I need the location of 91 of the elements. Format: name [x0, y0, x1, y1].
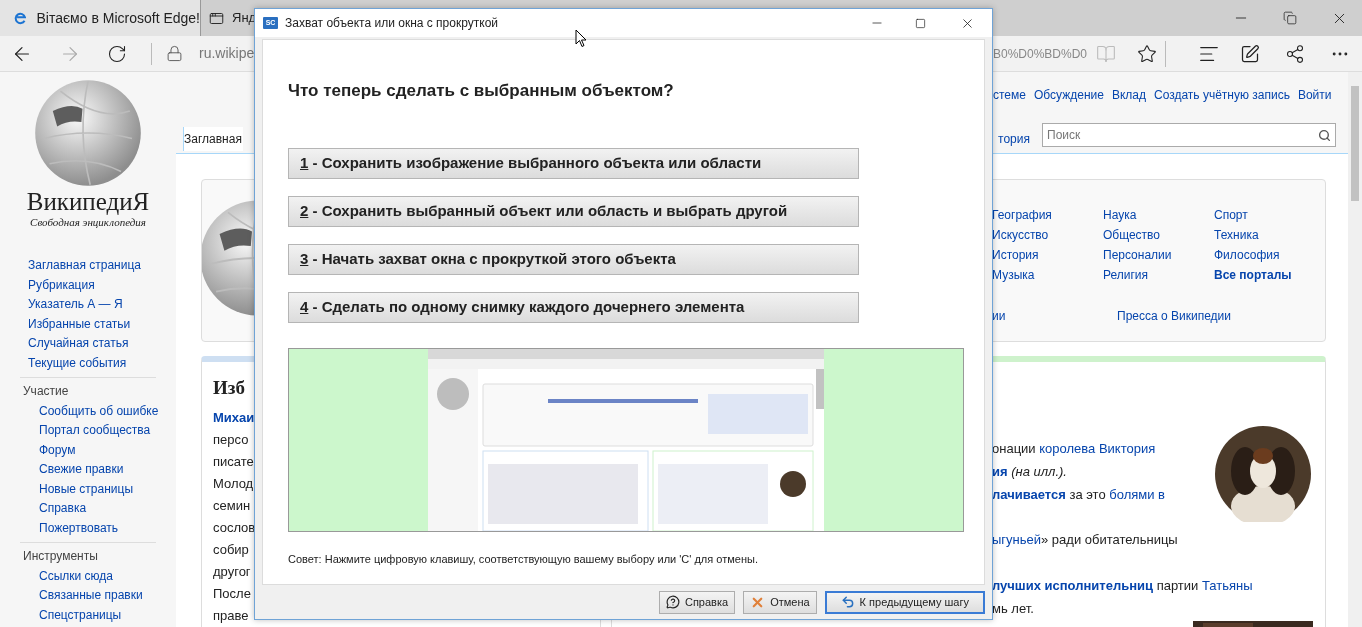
portal-link[interactable]: Общество	[1103, 225, 1214, 245]
header-link[interactable]: Вклад	[1111, 86, 1146, 104]
dialog-button[interactable]: Справка	[658, 590, 736, 614]
portal-link[interactable]: Философия	[1214, 245, 1325, 265]
text: После	[213, 585, 251, 603]
text: мь лет.	[992, 599, 1034, 618]
sidebar-heading: Инструменты	[23, 548, 99, 565]
portal-link[interactable]: Все порталы	[1214, 265, 1325, 285]
sidebar-link[interactable]: Справка	[39, 499, 156, 519]
undo-icon	[840, 595, 855, 609]
wiki-title: ВикипедиЯ	[26, 188, 150, 216]
sidebar-link[interactable]: Портал сообщества	[39, 421, 156, 441]
help-icon	[665, 595, 680, 609]
page-tab[interactable]: Заглавная	[183, 127, 243, 151]
tip-text: Совет: Нажмите цифровую клавишу, соответствующую вашему выбору или 'C' для отмены.	[288, 552, 759, 567]
lock-icon	[166, 45, 183, 62]
search-field[interactable]: Поиск	[1042, 123, 1336, 147]
text: другог	[213, 563, 251, 581]
sidebar-link[interactable]: Спецстраницы	[39, 605, 156, 625]
sidebar-link[interactable]: Избранные статьи	[28, 314, 176, 334]
sidebar-link[interactable]: Рубрикация	[28, 275, 176, 295]
sidebar-link[interactable]: Указатель А — Я	[28, 295, 176, 315]
sidebar-link[interactable]: Случайная статья	[28, 334, 176, 354]
text: праве	[213, 607, 249, 625]
link[interactable]: ыгуньей	[992, 528, 1042, 551]
address-text[interactable]: ru.wikipe	[199, 43, 255, 64]
browser-logo-icon	[14, 10, 27, 26]
header-link[interactable]: Обсуждение	[1033, 86, 1104, 104]
dialog-button[interactable]: Отмена	[743, 590, 817, 614]
portal-link[interactable]: ии	[992, 307, 1117, 325]
sidebar-heading: Участие	[23, 383, 70, 400]
portal-link[interactable]: Техника	[1214, 225, 1325, 245]
section-heading: Изб	[213, 376, 246, 400]
restore-icon[interactable]	[1283, 11, 1297, 25]
window-title: Захват объекта или окна с прокруткой	[285, 15, 498, 32]
sidebar-link[interactable]: Новые страницы	[39, 479, 156, 499]
page-tab[interactable]: тория	[998, 127, 1030, 151]
scrollbar[interactable]	[1348, 72, 1362, 627]
favorite-icon[interactable]	[1137, 43, 1157, 64]
portal-link[interactable]: История	[992, 245, 1103, 265]
link[interactable]: лачивается	[992, 482, 1066, 506]
text: персо	[213, 431, 249, 449]
link[interactable]: королева Виктория	[1039, 437, 1156, 460]
text: семин	[213, 497, 251, 515]
sidebar-link[interactable]: Заглавная страница	[28, 256, 176, 276]
browser-tab[interactable]: Вітаємо в Microsoft Edge!	[0, 0, 200, 36]
option-button[interactable]: 2 - Сохранить выбранный объект или область и выбрать другой	[288, 196, 859, 227]
option-button[interactable]: 4 - Сделать по одному снимку каждого дочернего элемента	[288, 292, 859, 323]
sidebar-link[interactable]: Форум	[39, 440, 156, 460]
link[interactable]: Михаи	[213, 407, 255, 429]
option-button[interactable]: 1 - Сохранить изображение выбранного объекта или области	[288, 148, 859, 179]
text: писате	[213, 453, 254, 471]
header-link[interactable]: Создать учётную запись	[1153, 86, 1290, 104]
portal-link[interactable]: Пресса о Википедии	[1117, 307, 1231, 325]
portal-link[interactable]: Спорт	[1214, 205, 1325, 225]
portal-link[interactable]: Наука	[1103, 205, 1214, 225]
header-link[interactable]: стеме	[993, 86, 1026, 104]
text: (на илл.).	[1010, 462, 1067, 481]
header-link[interactable]: Войти	[1297, 86, 1332, 104]
wiki-tagline: Свободная энциклопедия	[30, 216, 146, 228]
sidebar-link[interactable]: Свежие правки	[39, 460, 156, 480]
text: Молод	[213, 475, 254, 493]
sidebar-link[interactable]: Сообщить об ошибке	[39, 401, 156, 421]
portal-link[interactable]: Искусство	[992, 225, 1103, 245]
portal-link[interactable]: География	[992, 205, 1103, 225]
portal-link[interactable]: Музыка	[992, 265, 1103, 285]
page-icon	[209, 10, 224, 26]
search-icon[interactable]	[1318, 128, 1331, 142]
link[interactable]: болями в	[1109, 482, 1165, 506]
option-button[interactable]: 3 - Начать захват окна с прокруткой этого объекта	[288, 244, 859, 275]
note-icon[interactable]	[1240, 43, 1260, 64]
text: сослов	[213, 519, 256, 537]
sidebar-link[interactable]: Пожертвовать	[39, 518, 156, 538]
text: за это	[1068, 485, 1107, 504]
sidebar-link[interactable]: Связанные правки	[39, 586, 156, 606]
text: онации	[992, 440, 1037, 458]
dialog-button[interactable]: К предыдущему шагу	[824, 590, 985, 614]
share-icon[interactable]	[1285, 43, 1305, 64]
maximize-icon[interactable]	[915, 17, 926, 29]
sidebar-link[interactable]: Текущие события	[28, 353, 176, 373]
portal-link[interactable]: Религия	[1103, 265, 1214, 285]
text: собир	[213, 541, 249, 559]
dialog-question: Что теперь сделать с выбранным объектом?	[288, 81, 675, 101]
text: » ради обитательницы	[1041, 531, 1178, 550]
link[interactable]: ия	[992, 459, 1008, 483]
portal-link[interactable]: Персоналии	[1103, 245, 1214, 265]
link[interactable]: лучших исполнительниц	[992, 573, 1153, 597]
text: партии	[1155, 576, 1200, 595]
link[interactable]: Татьяны	[1201, 573, 1253, 597]
sidebar-link[interactable]: Ссылки сюда	[39, 566, 156, 586]
refresh-icon[interactable]	[107, 43, 127, 64]
